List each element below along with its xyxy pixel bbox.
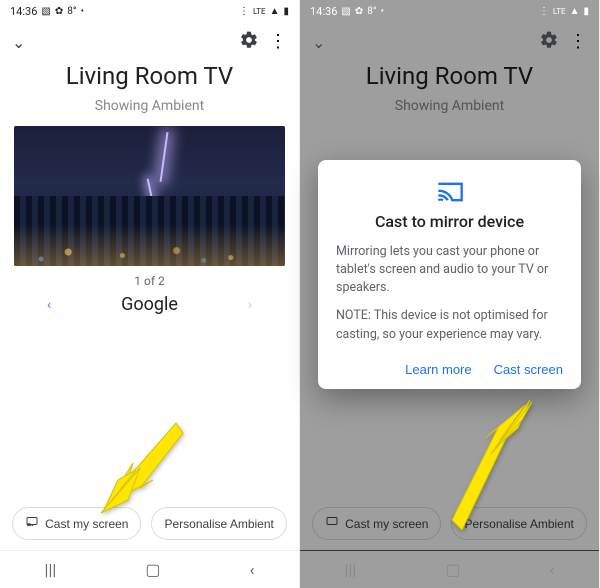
chevron-right-icon[interactable]: › xyxy=(248,297,252,313)
cast-my-screen-label: Cast my screen xyxy=(45,517,128,531)
cast-my-screen-button[interactable]: Cast my screen xyxy=(12,507,141,540)
dialog-body-2: NOTE: This device is not optimised for c… xyxy=(336,307,563,343)
chevron-left-icon[interactable]: ‹ xyxy=(47,297,51,313)
status-icon: 8° xyxy=(67,6,76,17)
carousel-label: Google xyxy=(121,294,178,315)
nav-back-icon[interactable]: ‹ xyxy=(550,560,555,579)
signal-icon: ▲ xyxy=(570,6,580,17)
status-time: 14:36 xyxy=(10,5,37,18)
nav-home-icon[interactable]: ▢ xyxy=(445,560,460,579)
lte-icon: LTE xyxy=(253,7,266,16)
cast-icon xyxy=(336,180,563,204)
nav-recents-icon[interactable]: ||| xyxy=(45,560,57,579)
page-subtitle: Showing Ambient xyxy=(300,98,599,126)
more-vert-icon[interactable]: ⋮ xyxy=(569,35,587,49)
gear-icon[interactable] xyxy=(539,30,559,54)
battery-icon: ▮ xyxy=(283,6,289,17)
page-title: Living Room TV xyxy=(0,58,299,98)
cast-icon xyxy=(325,516,339,531)
status-icon: ▧ xyxy=(341,6,350,17)
app-header: ⌄ ⋮ xyxy=(300,22,599,58)
app-header: ⌄ ⋮ xyxy=(0,22,299,58)
system-nav: ||| ▢ ‹ xyxy=(0,550,299,588)
signal-icon: ▲ xyxy=(270,6,280,17)
nav-home-icon[interactable]: ▢ xyxy=(145,560,160,579)
cast-mirror-dialog: Cast to mirror device Mirroring lets you… xyxy=(318,160,581,389)
battery-icon: ▮ xyxy=(583,6,589,17)
lte-icon: LTE xyxy=(553,7,566,16)
personalise-ambient-button[interactable]: Personalise Ambient xyxy=(151,507,286,540)
system-nav: ||| ▢ ‹ xyxy=(300,550,599,588)
nav-recents-icon[interactable]: ||| xyxy=(345,560,357,579)
phone-left: 14:36 ▧ ✿ 8° • ⋮ LTE ▲ ▮ ⌄ ⋮ Living Room… xyxy=(0,0,300,588)
preview-counter: 1 of 2 xyxy=(0,266,299,292)
status-icon: ▧ xyxy=(41,6,50,17)
status-icon: • xyxy=(81,6,84,17)
carousel: ‹ Google › xyxy=(0,292,299,323)
cast-my-screen-button[interactable]: Cast my screen xyxy=(312,507,441,540)
personalise-ambient-label: Personalise Ambient xyxy=(464,517,573,531)
status-icon: • xyxy=(381,6,384,17)
page-subtitle: Showing Ambient xyxy=(0,98,299,126)
wifi-icon: ⋮ xyxy=(539,6,549,17)
status-time: 14:36 xyxy=(310,5,337,18)
gear-icon[interactable] xyxy=(239,30,259,54)
status-bar: 14:36 ▧ ✿ 8° • ⋮ LTE ▲ ▮ xyxy=(300,0,599,22)
cast-screen-button[interactable]: Cast screen xyxy=(494,362,563,377)
ambient-preview[interactable] xyxy=(14,126,285,266)
phone-right: 14:36 ▧ ✿ 8° • ⋮ LTE ▲ ▮ ⌄ ⋮ Living Room… xyxy=(300,0,600,588)
learn-more-button[interactable]: Learn more xyxy=(405,362,471,377)
personalise-ambient-label: Personalise Ambient xyxy=(164,517,273,531)
status-icon: ✿ xyxy=(355,6,363,17)
more-vert-icon[interactable]: ⋮ xyxy=(269,35,287,49)
status-bar: 14:36 ▧ ✿ 8° • ⋮ LTE ▲ ▮ xyxy=(0,0,299,22)
nav-back-icon[interactable]: ‹ xyxy=(250,560,255,579)
page-title: Living Room TV xyxy=(300,58,599,98)
back-chevron-icon[interactable]: ⌄ xyxy=(12,33,25,52)
status-icon: ✿ xyxy=(55,6,63,17)
back-chevron-icon[interactable]: ⌄ xyxy=(312,33,325,52)
dialog-title: Cast to mirror device xyxy=(336,212,563,231)
action-row: Cast my screen Personalise Ambient xyxy=(0,507,299,550)
personalise-ambient-button[interactable]: Personalise Ambient xyxy=(451,507,586,540)
dialog-body-1: Mirroring lets you cast your phone or ta… xyxy=(336,243,563,297)
cast-my-screen-label: Cast my screen xyxy=(345,517,428,531)
cast-icon xyxy=(25,516,39,531)
wifi-icon: ⋮ xyxy=(239,6,249,17)
action-row: Cast my screen Personalise Ambient xyxy=(300,507,599,550)
status-icon: 8° xyxy=(367,6,376,17)
